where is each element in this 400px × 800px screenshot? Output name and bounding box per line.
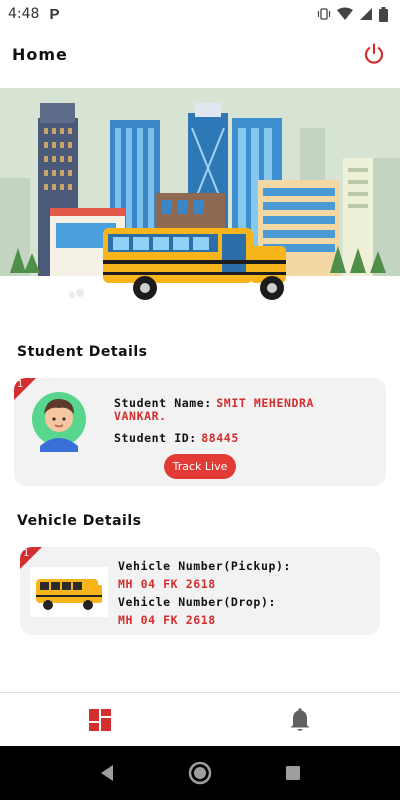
back-triangle-icon: [100, 765, 113, 781]
drop-label: Vehicle Number(Drop):: [118, 595, 276, 609]
pickup-value: MH 04 FK 2618: [118, 577, 216, 591]
vehicle-badge-number: 1: [23, 548, 30, 559]
vehicle-count-badge: 1: [20, 547, 42, 569]
status-bar: 4:48 P: [0, 0, 400, 28]
status-app-indicator: P: [49, 5, 60, 23]
status-time: 4:48: [8, 6, 40, 22]
recents-square-icon: [286, 766, 301, 780]
pickup-label: Vehicle Number(Pickup):: [118, 559, 292, 573]
system-nav-bar: [0, 746, 400, 800]
bottom-nav: [0, 692, 400, 746]
city-school-bus-illustration: [0, 103, 400, 314]
notification-bell-icon: [290, 707, 310, 731]
wifi-icon: [337, 7, 353, 20]
recents-button[interactable]: [273, 753, 313, 793]
page-title: Home: [12, 44, 68, 64]
student-avatar: [32, 392, 86, 452]
status-icons: [317, 6, 388, 22]
logout-button[interactable]: [360, 40, 388, 68]
vibrate-icon: [317, 8, 331, 20]
nav-notifications[interactable]: [200, 693, 400, 746]
student-badge-number: 1: [17, 379, 24, 390]
vehicle-card[interactable]: 1 Vehicle Number(Pickup): MH 04 FK 2618 …: [20, 547, 380, 635]
back-button[interactable]: [87, 753, 127, 793]
student-id-row: Student ID: 88445: [114, 429, 239, 447]
power-icon: [364, 43, 384, 64]
vehicle-image: [30, 567, 108, 617]
signal-icon: [360, 8, 372, 20]
track-live-button[interactable]: Track Live: [164, 454, 236, 479]
home-button[interactable]: [180, 753, 220, 793]
dashboard-icon: [89, 708, 111, 731]
student-name-label: Student Name:: [114, 396, 212, 410]
student-name-value: SMIT MEHENDRA: [216, 396, 315, 410]
home-circle-icon: [188, 761, 212, 785]
drop-value: MH 04 FK 2618: [118, 613, 216, 627]
app-bar: Home: [0, 28, 400, 80]
vehicle-details-title: Vehicle Details: [17, 513, 142, 529]
nav-dashboard[interactable]: [0, 693, 200, 746]
student-details-title: Student Details: [17, 344, 148, 360]
student-name-value-cont: VANKAR.: [114, 409, 167, 423]
battery-icon: [379, 6, 388, 22]
school-bus-image: [36, 579, 102, 610]
hero-banner: [0, 88, 400, 314]
student-id-label: Student ID:: [114, 431, 197, 445]
student-id-value: 88445: [201, 431, 239, 445]
